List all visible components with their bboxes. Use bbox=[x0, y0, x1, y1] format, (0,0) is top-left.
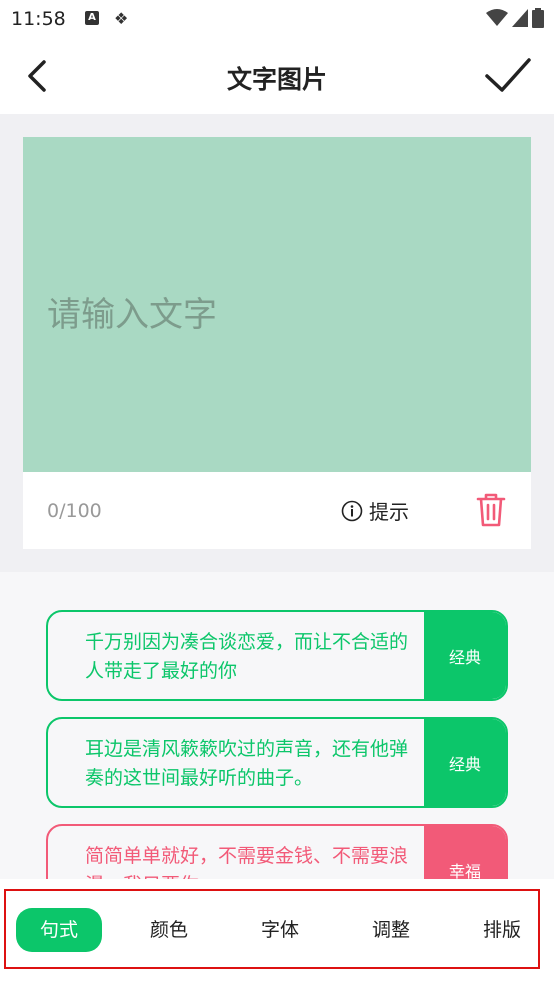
template-tag: 经典 bbox=[424, 612, 506, 699]
tab-font[interactable]: 字体 bbox=[237, 908, 323, 952]
hint-button[interactable]: 提示 bbox=[341, 496, 409, 525]
text-input[interactable]: 请输入文字 bbox=[47, 287, 217, 336]
template-tag: 幸福 bbox=[424, 826, 506, 879]
bottom-tab-bar: 句式 颜色 字体 调整 排版 bbox=[0, 879, 554, 984]
wifi-icon bbox=[486, 9, 508, 26]
tab-adjust[interactable]: 调整 bbox=[348, 908, 434, 952]
tab-layout[interactable]: 排版 bbox=[459, 908, 545, 952]
editor-footer: 0/100 提示 bbox=[23, 472, 531, 549]
checkmark-icon bbox=[485, 58, 531, 92]
page-title: 文字图片 bbox=[226, 65, 327, 94]
text-canvas[interactable]: 请输入文字 bbox=[23, 137, 531, 472]
status-indicators bbox=[486, 8, 544, 28]
notification-a-icon: A bbox=[85, 11, 99, 25]
template-card[interactable]: 千万别因为凑合谈恋爱，而让不合适的人带走了最好的你 经典 bbox=[46, 610, 508, 701]
char-count: 0/100 bbox=[47, 500, 102, 522]
template-text: 千万别因为凑合谈恋爱，而让不合适的人带走了最好的你 bbox=[85, 631, 409, 682]
status-bar: 11:58 A ❖ bbox=[0, 0, 554, 38]
status-time: 11:58 bbox=[11, 8, 66, 30]
info-icon bbox=[341, 500, 363, 521]
tab-color[interactable]: 颜色 bbox=[126, 908, 212, 952]
delete-button[interactable] bbox=[475, 492, 507, 528]
editor-area: 请输入文字 0/100 提示 bbox=[0, 114, 554, 572]
template-text: 简简单单就好，不需要金钱、不需要浪漫，我只要你。 bbox=[85, 845, 409, 879]
tab-sentence[interactable]: 句式 bbox=[16, 908, 102, 952]
template-text: 耳边是清风簌簌吹过的声音，还有他弹奏的这世间最好听的曲子。 bbox=[85, 738, 409, 789]
confirm-button[interactable] bbox=[484, 56, 532, 96]
trash-icon bbox=[476, 493, 506, 527]
template-card[interactable]: 简简单单就好，不需要金钱、不需要浪漫，我只要你。 幸福 bbox=[46, 824, 508, 879]
signal-icon bbox=[512, 9, 528, 27]
hint-label: 提示 bbox=[369, 500, 409, 524]
template-tag: 经典 bbox=[424, 719, 506, 806]
template-list[interactable]: 千万别因为凑合谈恋爱，而让不合适的人带走了最好的你 经典 耳边是清风簌簌吹过的声… bbox=[0, 572, 554, 879]
battery-icon bbox=[532, 8, 544, 28]
template-card[interactable]: 耳边是清风簌簌吹过的声音，还有他弹奏的这世间最好听的曲子。 经典 bbox=[46, 717, 508, 808]
app-header: 文字图片 bbox=[0, 38, 554, 114]
notification-dots-icon: ❖ bbox=[114, 9, 129, 28]
